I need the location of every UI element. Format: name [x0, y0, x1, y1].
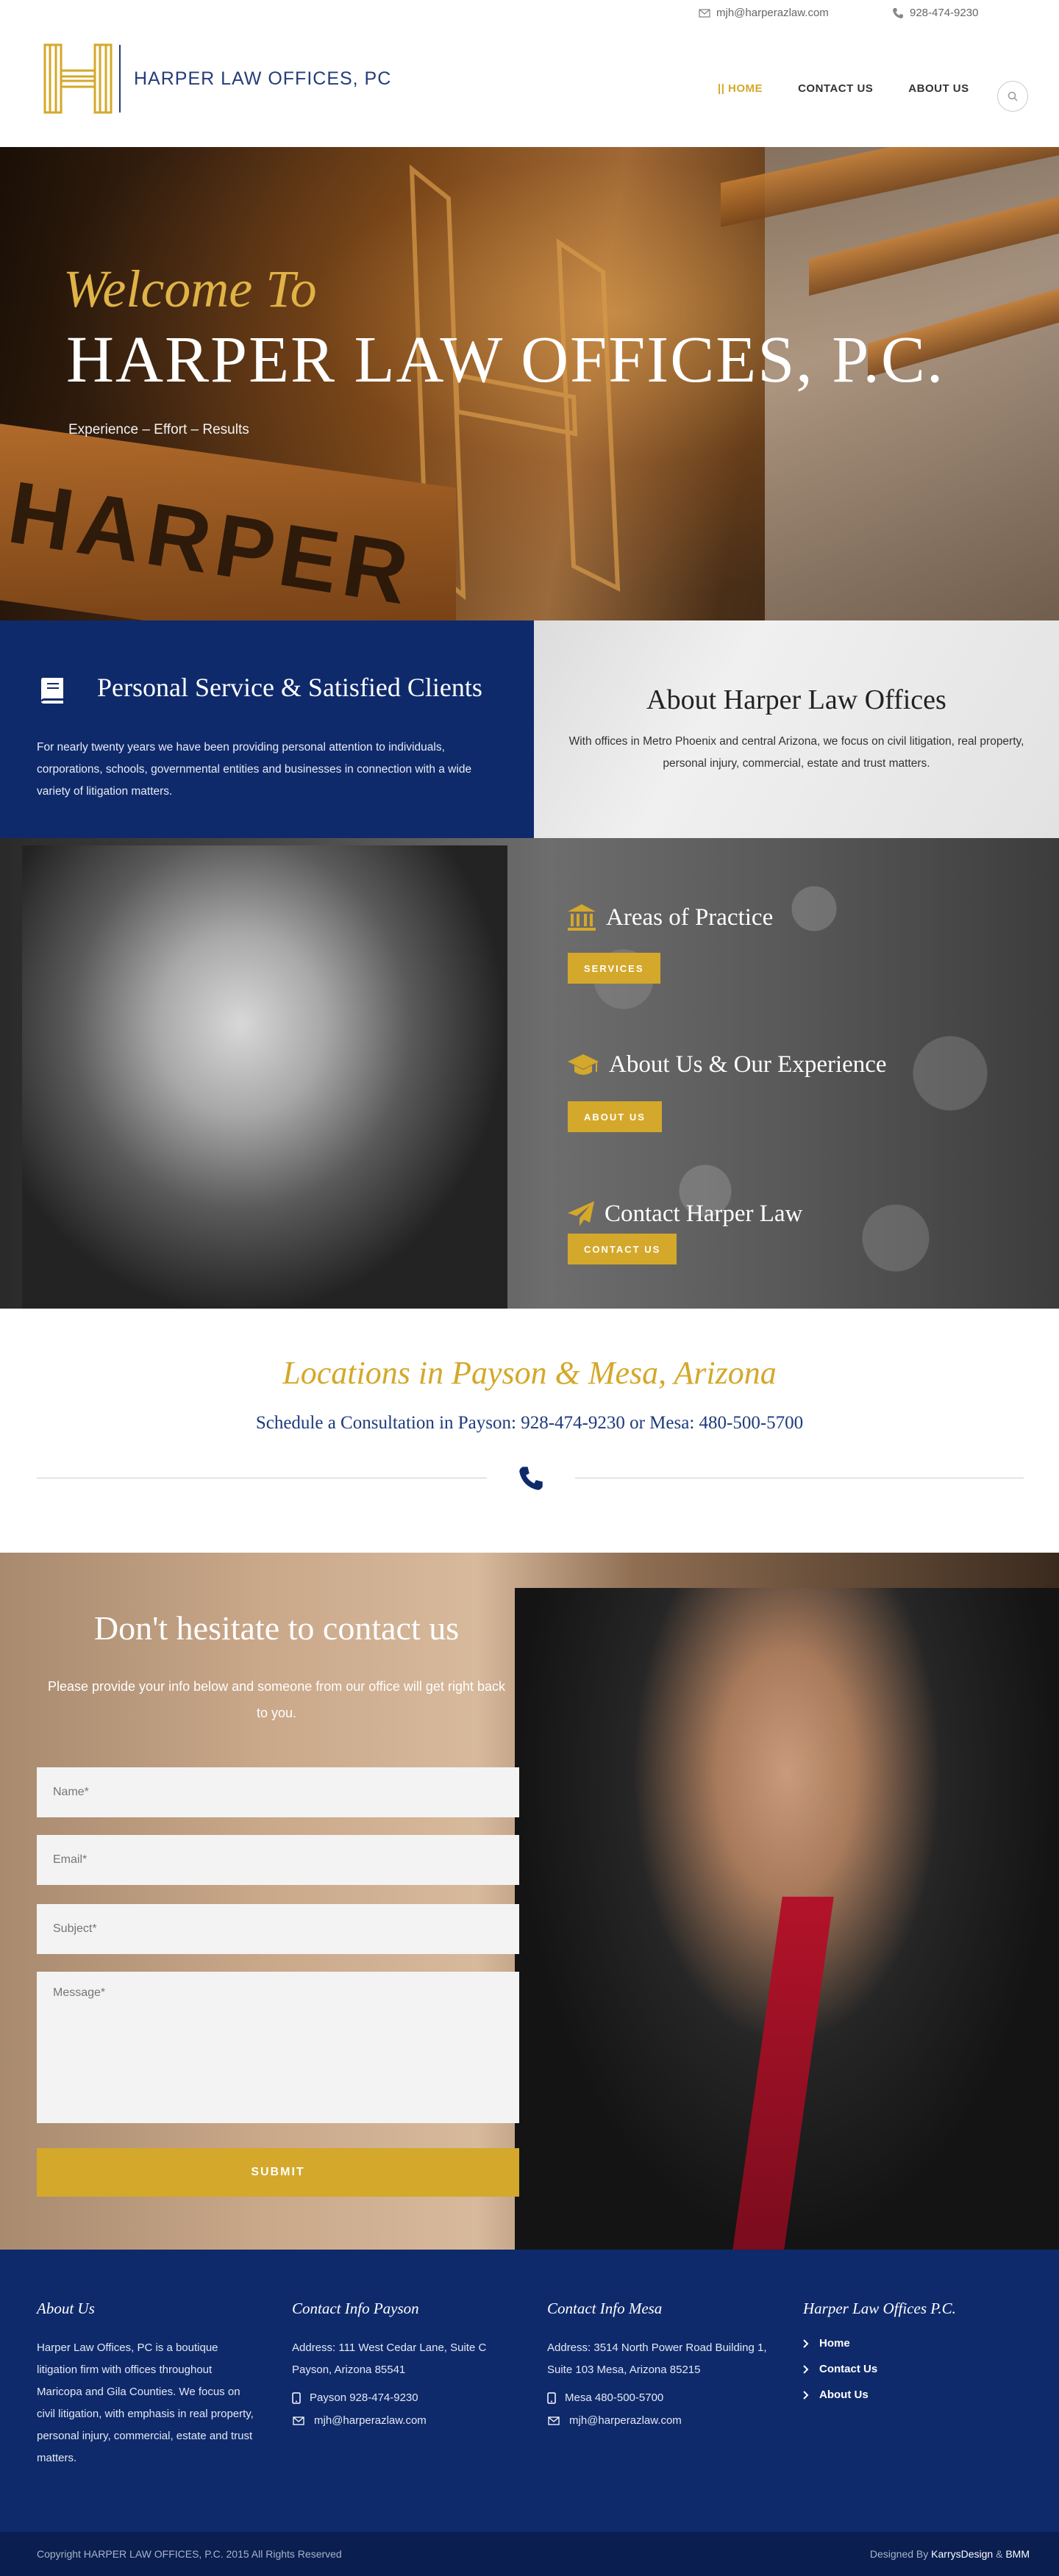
- site-header: mjh@harperazlaw.com 928-474-9230 HARPER …: [0, 0, 1059, 147]
- footer-mesa-email[interactable]: mjh@harperazlaw.com: [547, 2414, 768, 2427]
- practice-item-areas: Areas of Practice: [566, 903, 773, 932]
- footer-links: Harper Law Offices P.C. Home Contact Us …: [803, 2300, 1024, 2414]
- footer-payson-phone[interactable]: Payson 928-474-9230: [292, 2391, 513, 2404]
- designer-credit: Designed By KarrysDesign & BMM: [870, 2548, 1030, 2560]
- footer-link-contact-label: Contact Us: [819, 2363, 878, 2375]
- footer-mesa-phone[interactable]: Mesa 480-500-5700: [547, 2391, 768, 2404]
- intro-service-panel: [0, 620, 534, 838]
- search-button[interactable]: [997, 81, 1028, 112]
- logo-text: HARPER LAW OFFICES, PC: [134, 68, 392, 89]
- practice-title-contact: Contact Harper Law: [605, 1200, 803, 1227]
- email-field[interactable]: [37, 1835, 519, 1885]
- hero-welcome: Welcome To: [63, 260, 317, 318]
- intro-left-title: Personal Service & Satisfied Clients: [97, 673, 482, 702]
- footer-about-title: About Us: [37, 2300, 95, 2317]
- search-icon: [1008, 91, 1018, 101]
- hero-title: HARPER LAW OFFICES, P.C.: [66, 323, 945, 396]
- footer-mesa: Contact Info Mesa Address: 3514 North Po…: [547, 2300, 768, 2427]
- chevron-right-icon: [803, 2390, 809, 2400]
- footer-payson-title: Contact Info Payson: [292, 2300, 419, 2317]
- footer-mesa-address: Address: 3514 North Power Road Building …: [547, 2341, 767, 2376]
- footer-payson-email-text: mjh@harperazlaw.com: [314, 2414, 427, 2427]
- footer-link-about-label: About Us: [819, 2389, 869, 2401]
- services-button[interactable]: SERVICES: [568, 953, 660, 984]
- practice-title-areas: Areas of Practice: [606, 904, 774, 931]
- topbar-phone[interactable]: 928-474-9230: [892, 7, 978, 19]
- footer-mesa-title: Contact Info Mesa: [547, 2300, 663, 2317]
- footer-links-title: Harper Law Offices P.C.: [803, 2300, 956, 2317]
- footer-mesa-phone-text: Mesa 480-500-5700: [565, 2391, 664, 2404]
- envelope-icon: [548, 2416, 560, 2425]
- submit-button[interactable]: SUBMIT: [37, 2148, 519, 2197]
- footer-about-text: Harper Law Offices, PC is a boutique lit…: [37, 2341, 254, 2464]
- footer-payson: Contact Info Payson Address: 111 West Ce…: [292, 2300, 513, 2427]
- footer-payson-address: Address: 111 West Cedar Lane, Suite C Pa…: [292, 2341, 487, 2376]
- nav-contact-us[interactable]: CONTACT US: [798, 82, 873, 95]
- envelope-icon: [699, 8, 710, 18]
- designer-link[interactable]: KarrysDesign: [931, 2548, 993, 2560]
- bank-icon: [568, 904, 596, 931]
- phone-icon: [893, 7, 903, 18]
- intro-right-title: About Harper Law Offices: [646, 684, 946, 715]
- chevron-right-icon: [803, 2364, 809, 2374]
- subject-field[interactable]: [37, 1904, 519, 1954]
- footer-payson-email[interactable]: mjh@harperazlaw.com: [292, 2414, 513, 2427]
- intro-left-text: For nearly twenty years we have been pro…: [37, 741, 472, 798]
- designer-amp: &: [996, 2548, 1003, 2560]
- hero-tagline: Experience – Effort – Results: [68, 422, 249, 437]
- footer-about: About Us Harper Law Offices, PC is a bou…: [37, 2300, 257, 2469]
- attorney-portrait: [22, 845, 507, 1316]
- topbar-email-text: mjh@harperazlaw.com: [716, 7, 829, 19]
- practice-item-about: About Us & Our Experience: [566, 1050, 887, 1079]
- about-us-button[interactable]: ABOUT US: [568, 1101, 662, 1132]
- topbar-email[interactable]: mjh@harperazlaw.com: [699, 7, 829, 19]
- site-logo[interactable]: HARPER LAW OFFICES, PC: [43, 43, 391, 115]
- name-field[interactable]: [37, 1767, 519, 1817]
- intro-right-text: With offices in Metro Phoenix and centra…: [568, 735, 1024, 770]
- logo-divider: [119, 45, 121, 112]
- mobile-phone-icon: [292, 2391, 301, 2404]
- nav-about-us[interactable]: ABOUT US: [908, 82, 969, 95]
- main-nav: || HOME CONTACT US ABOUT US: [718, 82, 1005, 95]
- footer-mesa-email-text: mjh@harperazlaw.com: [569, 2414, 682, 2427]
- contact-title: Don't hesitate to contact us: [93, 1609, 460, 1647]
- footer-link-about[interactable]: About Us: [803, 2389, 1024, 2401]
- graduation-cap-icon: [568, 1054, 599, 1075]
- logo-h-icon: [43, 43, 113, 114]
- nav-home[interactable]: || HOME: [718, 82, 763, 95]
- message-field[interactable]: [37, 1972, 519, 2123]
- locations-title: Locations in Payson & Mesa, Arizona: [282, 1355, 777, 1391]
- designer2-link[interactable]: BMM: [1005, 2548, 1030, 2560]
- copyright-text: Copyright HARPER LAW OFFICES, P.C. 2015 …: [37, 2548, 342, 2560]
- locations-subtitle: Schedule a Consultation in Payson: 928-4…: [255, 1413, 804, 1433]
- practice-title-about: About Us & Our Experience: [609, 1051, 887, 1078]
- mobile-phone-icon: [547, 2391, 556, 2404]
- designer-prefix: Designed By: [869, 2548, 929, 2560]
- intro-about-panel: [534, 620, 1059, 838]
- footer-link-home-label: Home: [819, 2337, 850, 2350]
- phone-icon: [519, 1467, 543, 1490]
- footer-link-contact[interactable]: Contact Us: [803, 2363, 1024, 2375]
- topbar-phone-text: 928-474-9230: [910, 7, 979, 19]
- envelope-icon: [293, 2416, 304, 2425]
- footer-payson-phone-text: Payson 928-474-9230: [310, 2391, 418, 2404]
- paper-plane-icon: [568, 1201, 594, 1226]
- contact-text: Please provide your info below and someo…: [47, 1679, 505, 1720]
- contact-us-button[interactable]: CONTACT US: [568, 1234, 677, 1264]
- chevron-right-icon: [803, 2339, 809, 2348]
- top-bar: mjh@harperazlaw.com 928-474-9230: [0, 0, 1059, 29]
- practice-item-contact: Contact Harper Law: [566, 1200, 802, 1228]
- footer-link-home[interactable]: Home: [803, 2337, 1024, 2350]
- book-icon: [41, 678, 63, 704]
